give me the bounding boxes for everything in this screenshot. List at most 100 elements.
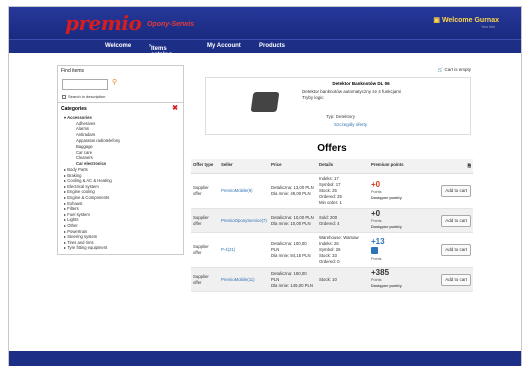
footer-bar [9,351,521,366]
product-desc-line1: Detektor banknotów automatyczny ze 4 fun… [302,89,402,94]
category-label: Fuel system [67,211,90,217]
nav-welcome[interactable]: Welcome [105,43,131,49]
checkbox-icon[interactable] [62,94,66,99]
detail-line: Ordered: 25 [319,194,342,199]
offer-row: Supplier offer PremioMobile(11) Detaliczna… [191,267,473,292]
nav-my-account[interactable]: My Account [207,43,241,49]
categories-title: Categories [61,106,87,112]
user-icon: ▣ [433,17,442,24]
offer-price: Detaliczna: 10,00 PLN Dla mnie: 10,00 PLN [269,209,317,233]
points-label: Points [371,219,382,223]
offer-type: Supplier offer [193,244,209,255]
category-list: ▾ Accessories Adhesives Alarms Antiradars Ap… [58,115,183,254]
seller-link[interactable]: PremioOponyService(7) [221,218,267,223]
category-label: Accessories [67,115,92,120]
offer-type: Supplier offer [193,185,209,196]
seller-link[interactable]: PremioMobile(11) [221,277,255,282]
points-value: +13 [371,236,385,246]
category-label: Cooling & AC & Heating [67,178,112,184]
detail-line: Symbol: 17 [319,182,341,187]
offer-details: Indeks: 17 Symbol: 17 Stock: 25 Ordered: 25… [317,174,369,209]
offer-details: Stock: 10 [317,268,369,292]
col-premium-points: Premium points [369,159,423,174]
nav-items-catalog[interactable]: › Items catalog [149,43,172,58]
search-icon[interactable]: ⚲ [112,78,117,86]
points-sub: Dostępne punkty [371,225,402,229]
category-label: Steering system [67,234,98,240]
points-badge-icon [371,246,378,254]
detail-line: Stock: 25 [319,188,337,193]
points-label: Points [371,189,382,194]
search-input[interactable] [62,79,108,90]
price-line: Dla mnie: 10,00 PLN [271,220,311,226]
category-label: Powertrain [67,228,88,234]
close-icon[interactable]: ✖ [172,104,178,112]
category-label: Lights [67,217,79,223]
offers-table: Offer type Seller Price Details Premium … [191,159,473,292]
site-header: premio Opony-Serwis ▣ Welcome Gurnax You… [9,7,521,39]
product-card: Detektor Banknotów DL 06 Detektor bankno… [205,77,471,135]
category-label: Engine cooling [67,189,95,195]
detail-line: Indeks: 26 [319,241,339,246]
price-line: Detaliczna: 100,00 PLN [271,241,307,252]
product-details-link[interactable]: Szczegóły oferty [334,122,367,127]
product-type: Typ: Detektory [326,114,356,119]
add-to-cart-button[interactable]: Add to cart [441,244,471,256]
add-to-cart-button[interactable]: Add to cart [441,185,471,197]
offer-details: Warehouse: Warsaw Indeks: 26 Symbol: 26 Sto… [317,233,369,268]
detail-line: Stock: 10 [319,276,337,282]
seller-link[interactable]: PremioMobile(9) [221,188,253,193]
category-label: Engine & Components [67,194,110,200]
offer-points: +0 Points Dostępne punkty [369,174,423,209]
product-image[interactable] [250,92,280,112]
cart-label: Cart is empty [444,67,471,72]
category-item[interactable]: ▸ Tyre fitting equipment [58,245,183,251]
product-description: Detektor banknotów automatyczny ze 4 fun… [302,89,432,101]
points-sub: Dostępne punkty [371,284,402,288]
logo[interactable]: premio [65,11,142,35]
points-sub: Dostępne punkty [371,195,402,200]
offer-row: Supplier offer PremioMobile(9) Detaliczna:… [191,174,473,209]
category-label: Other [67,222,78,228]
price-line: Detaliczna: 150,00 PLN [271,270,307,282]
export-icon[interactable]: 🗎 [468,163,471,168]
seller-link[interactable]: P-4(21) [221,247,235,252]
product-name: Detektor Banknotów DL 06 [332,81,390,86]
search-description-checkbox[interactable]: Search in description [58,94,183,102]
welcome-text[interactable]: ▣ Welcome Gurnax [433,16,499,24]
detail-line: Symbol: 26 [319,247,341,252]
detail-line: Stock: 33 [319,253,337,258]
col-export: 🗎 [423,159,473,174]
detail-line: Warehouse: Warsaw [319,235,359,240]
add-to-cart-button[interactable]: Add to cart [441,214,471,227]
price-line: Detaliczna: 10,00 PLN [271,214,314,220]
offer-price: Detaliczna: 100,00 PLN Dla mnie: 84,15 PL… [269,233,317,268]
offers-header-row: Offer type Seller Price Details Premium … [191,159,473,174]
add-to-cart-button[interactable]: Add to cart [441,273,471,286]
offer-points: +13 Points [369,233,423,268]
price-line: Dla mnie: 84,15 PLN [271,253,311,258]
nav-products[interactable]: Products [259,43,285,49]
category-label: Tires and rims [67,239,94,245]
welcome-label: Welcome Gurnax [441,17,499,24]
detail-line: Ordered: 0 [319,259,340,264]
category-label: Exhaust [67,200,83,206]
cart-link[interactable]: 🛒 Cart is empty [438,67,471,73]
offer-row: Supplier offer PremioOponyService(7) Detal… [191,208,473,233]
col-price: Price [269,159,317,174]
nav-items-catalog-label: Items catalog [151,46,173,58]
offer-price: Detaliczna: 150,00 PLN Dla mnie: 149,00 P… [269,268,317,292]
detail-line: Sold: 200 [319,214,338,220]
offer-row: Supplier offer P-4(21) Detaliczna: 100,00 … [191,233,473,268]
detail-line: Ordered: 4 [319,220,340,226]
detail-line: Indeks: 17 [319,176,339,181]
welcome-sub[interactable]: Your Info [481,25,495,29]
find-items-title: Find items [61,68,85,74]
points-value: +0 [371,179,381,189]
points-value: +0 [371,209,381,218]
price-line: Detaliczna: 13,00 PLN [271,185,314,190]
offer-type: Supplier offer [193,214,209,226]
points-label: Points [371,256,382,261]
col-offer-type: Offer type [191,159,219,174]
offer-price: Detaliczna: 13,00 PLN Dla mnie: 49,00 PLN [269,174,317,209]
